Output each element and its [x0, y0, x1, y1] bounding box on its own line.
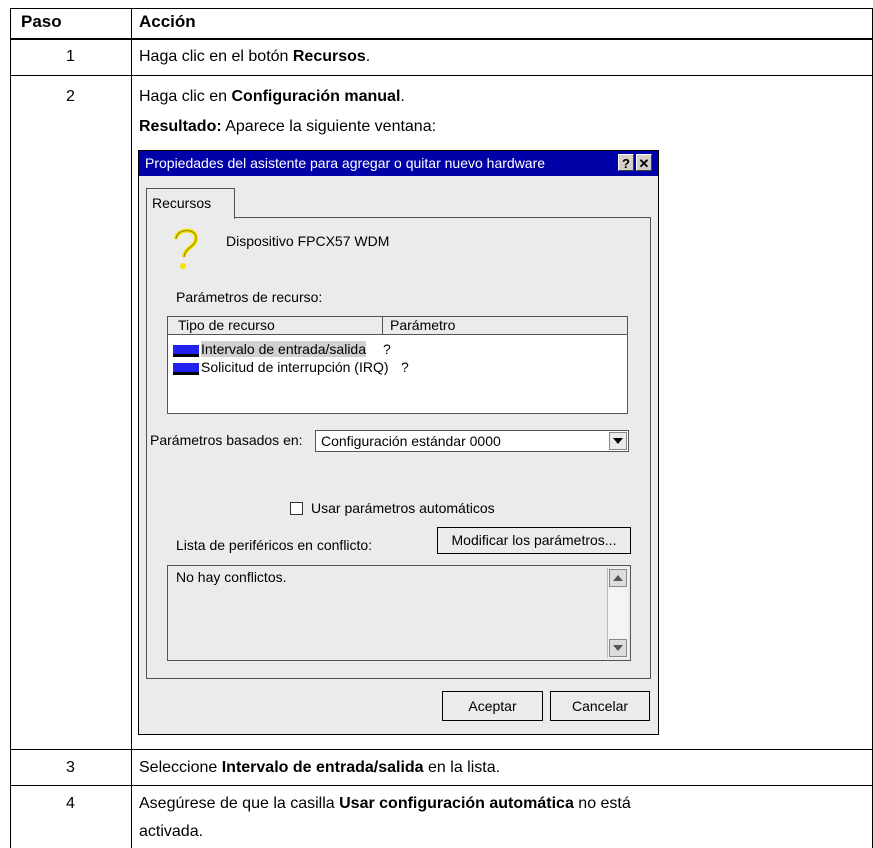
column-divider — [382, 317, 383, 334]
resource-row-irq[interactable]: Solicitud de interrupción (IRQ) ? — [173, 359, 613, 377]
scroll-down-icon[interactable] — [609, 639, 627, 657]
resource-settings-label: Parámetros de recurso: — [176, 289, 323, 305]
cancel-button-label: Cancelar — [571, 698, 629, 714]
tab-recursos-label: Recursos — [152, 195, 212, 211]
table-header-rule — [10, 38, 873, 40]
header-action: Acción — [139, 12, 196, 31]
resource-row-io[interactable]: Intervalo de entrada/salida ? — [173, 341, 613, 359]
device-name: Dispositivo FPCX57 WDM — [226, 233, 390, 249]
hardware-chip-icon — [173, 363, 199, 375]
scrollbar[interactable] — [607, 568, 628, 658]
table-column-divider — [131, 8, 132, 848]
close-button[interactable]: ✕ — [636, 154, 652, 171]
conflict-list-box: No hay conflictos. — [167, 565, 631, 661]
resource-type-io: Intervalo de entrada/salida — [201, 341, 366, 357]
cancel-button[interactable]: Cancelar — [550, 691, 650, 721]
step-4-text: Asegúrese de que la casilla Usar configu… — [139, 795, 631, 812]
tab-recursos[interactable]: Recursos — [146, 188, 235, 219]
resource-list[interactable]: Tipo de recurso Parámetro Intervalo de e… — [167, 316, 628, 414]
step-2-text: Haga clic en Configuración manual. — [139, 88, 405, 105]
chevron-down-icon[interactable] — [609, 432, 627, 450]
table-border-top — [10, 8, 873, 9]
conflict-text: No hay conflictos. — [176, 569, 287, 585]
auto-settings-checkbox[interactable] — [290, 502, 303, 515]
step-1-text: Haga clic en el botón Recursos. — [139, 48, 371, 65]
step-1-number: 1 — [66, 48, 75, 65]
table-border-left — [10, 8, 11, 848]
help-button[interactable]: ? — [618, 154, 634, 171]
resource-setting-irq: ? — [401, 359, 409, 375]
table-row-rule-3 — [10, 785, 873, 786]
header-step: Paso — [21, 12, 62, 31]
change-settings-button[interactable]: Modificar los parámetros... — [437, 527, 631, 554]
scroll-up-icon[interactable] — [609, 569, 627, 587]
column-resource-type[interactable]: Tipo de recurso — [178, 317, 275, 333]
table-row-rule-1 — [10, 75, 873, 76]
resource-type-irq: Solicitud de interrupción (IRQ) — [201, 359, 389, 375]
based-on-label: Parámetros basados en: — [150, 432, 303, 448]
step-2-result: Resultado: Aparece la siguiente ventana: — [139, 118, 437, 135]
step-3-text: Seleccione Intervalo de entrada/salida e… — [139, 759, 501, 776]
conflict-list-label: Lista de periféricos en conflicto: — [176, 537, 373, 553]
step-4-text-line2: activada. — [139, 823, 204, 840]
resource-setting-io: ? — [383, 341, 391, 357]
based-on-value: Configuración estándar 0000 — [321, 433, 501, 449]
change-settings-label: Modificar los parámetros... — [451, 532, 617, 548]
auto-settings-label: Usar parámetros automáticos — [311, 500, 495, 516]
ok-button[interactable]: Aceptar — [442, 691, 543, 721]
step-3-number: 3 — [66, 759, 75, 776]
step-2-number: 2 — [66, 88, 75, 105]
dialog-title: Propiedades del asistente para agregar o… — [145, 155, 546, 171]
dialog-titlebar: Propiedades del asistente para agregar o… — [139, 151, 658, 176]
based-on-dropdown[interactable]: Configuración estándar 0000 — [315, 430, 629, 452]
table-row-rule-2 — [10, 749, 873, 750]
question-mark-icon — [174, 228, 199, 269]
column-setting[interactable]: Parámetro — [390, 317, 455, 333]
step-4-number: 4 — [66, 795, 75, 812]
hardware-chip-icon — [173, 345, 199, 357]
ok-button-label: Aceptar — [468, 698, 517, 714]
hardware-properties-dialog: Propiedades del asistente para agregar o… — [138, 150, 659, 735]
